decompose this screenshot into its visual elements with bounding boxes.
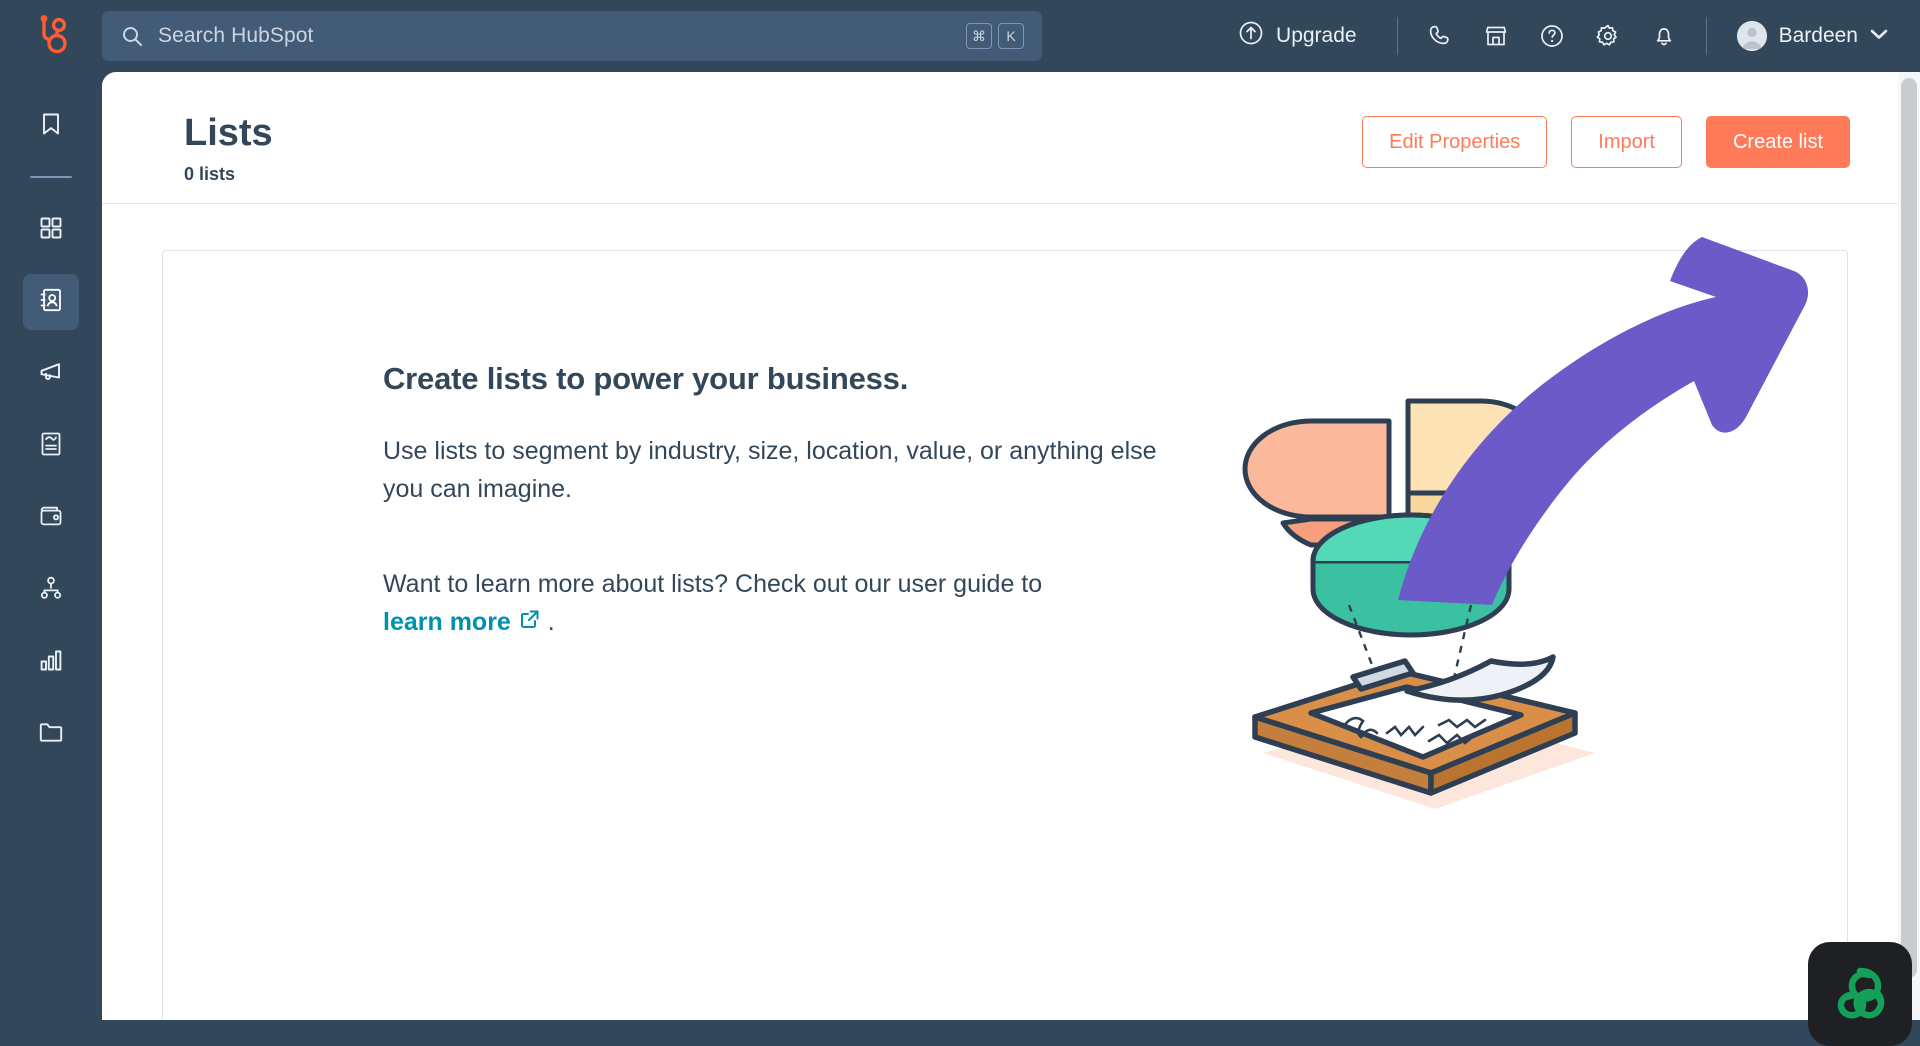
phone-icon[interactable]: [1412, 12, 1468, 60]
learn-more-link-label: learn more: [383, 604, 511, 642]
help-icon[interactable]: [1524, 12, 1580, 60]
content-page-icon: [37, 430, 65, 463]
page-subtitle-count: 0 lists: [184, 164, 273, 185]
sidebar-item-automation[interactable]: [23, 562, 79, 618]
learn-more-prefix: Want to learn more about lists? Check ou…: [383, 570, 1042, 598]
contacts-book-icon: [37, 286, 65, 319]
upgrade-arrow-circle-icon: [1238, 20, 1264, 52]
bar-chart-icon: [37, 646, 65, 679]
learn-more-link[interactable]: learn more: [383, 604, 541, 642]
page-header-actions: Edit Properties Import Create list: [1362, 110, 1850, 168]
empty-state-text: Create lists to power your business. Use…: [383, 361, 1163, 641]
edit-properties-button[interactable]: Edit Properties: [1362, 116, 1547, 168]
import-button[interactable]: Import: [1571, 116, 1682, 168]
page-header: Lists 0 lists Edit Properties Import Cre…: [102, 72, 1908, 204]
search-input-placeholder[interactable]: Search HubSpot: [158, 24, 960, 48]
empty-state-illustration: [1203, 361, 1623, 801]
empty-state-learn-more-paragraph: Want to learn more about lists? Check ou…: [383, 566, 1163, 641]
scrollbar-thumb[interactable]: [1901, 78, 1917, 978]
page-scrollbar[interactable]: [1898, 72, 1920, 1020]
top-nav-right-group: Upgrade: [1212, 12, 1920, 60]
main-content-panel: Lists 0 lists Edit Properties Import Cre…: [102, 72, 1908, 1020]
page-title: Lists: [184, 114, 273, 154]
top-navigation-bar: Search HubSpot ⌘ K Upgrade: [0, 0, 1920, 72]
learn-more-suffix: .: [548, 608, 555, 636]
sidebar-item-commerce[interactable]: [23, 490, 79, 546]
bookmark-icon: [37, 110, 65, 143]
empty-state-heading: Create lists to power your business.: [383, 361, 1163, 397]
sidebar-item-workspaces[interactable]: [23, 202, 79, 258]
workflow-nodes-icon: [37, 574, 65, 607]
upgrade-label: Upgrade: [1276, 24, 1357, 48]
settings-gear-icon[interactable]: [1580, 12, 1636, 60]
chevron-down-icon: [1870, 27, 1888, 45]
empty-state: Create lists to power your business. Use…: [163, 251, 1847, 801]
sidebar-item-bookmarks[interactable]: [23, 98, 79, 154]
upgrade-button[interactable]: Upgrade: [1212, 14, 1383, 58]
sidebar-item-reporting[interactable]: [23, 634, 79, 690]
nav-divider-account: [1706, 17, 1707, 55]
bardeen-extension-button[interactable]: [1808, 942, 1912, 1046]
hubspot-logo-button[interactable]: [0, 0, 102, 72]
wallet-icon: [37, 502, 65, 535]
marketplace-icon[interactable]: [1468, 12, 1524, 60]
grid-icon: [37, 214, 65, 247]
bardeen-knot-logo-icon: [1827, 959, 1893, 1030]
empty-state-body: Use lists to segment by industry, size, …: [383, 433, 1163, 508]
empty-state-card: Create lists to power your business. Use…: [162, 250, 1848, 1020]
sidebar-divider: [30, 176, 72, 178]
folder-icon: [37, 718, 65, 751]
shortcut-key-command: ⌘: [966, 23, 992, 49]
megaphone-icon: [37, 358, 65, 391]
shortcut-key-k: K: [998, 23, 1024, 49]
notifications-bell-icon[interactable]: [1636, 12, 1692, 60]
sidebar-item-marketing[interactable]: [23, 346, 79, 402]
avatar: [1737, 21, 1767, 51]
nav-divider: [1397, 17, 1398, 55]
search-icon: [120, 24, 144, 48]
page-title-group: Lists 0 lists: [184, 110, 273, 185]
account-name: Bardeen: [1779, 24, 1858, 48]
global-search-box[interactable]: Search HubSpot ⌘ K: [102, 11, 1042, 61]
create-list-button[interactable]: Create list: [1706, 116, 1850, 168]
left-sidebar-navigation: [0, 72, 102, 1020]
account-menu[interactable]: Bardeen: [1721, 21, 1898, 51]
external-link-icon: [519, 604, 541, 642]
sidebar-item-content[interactable]: [23, 418, 79, 474]
sidebar-item-contacts[interactable]: [23, 274, 79, 330]
content-card-wrapper: Create lists to power your business. Use…: [102, 204, 1908, 1020]
sidebar-item-library[interactable]: [23, 706, 79, 762]
hubspot-sprocket-logo-icon: [32, 14, 70, 59]
